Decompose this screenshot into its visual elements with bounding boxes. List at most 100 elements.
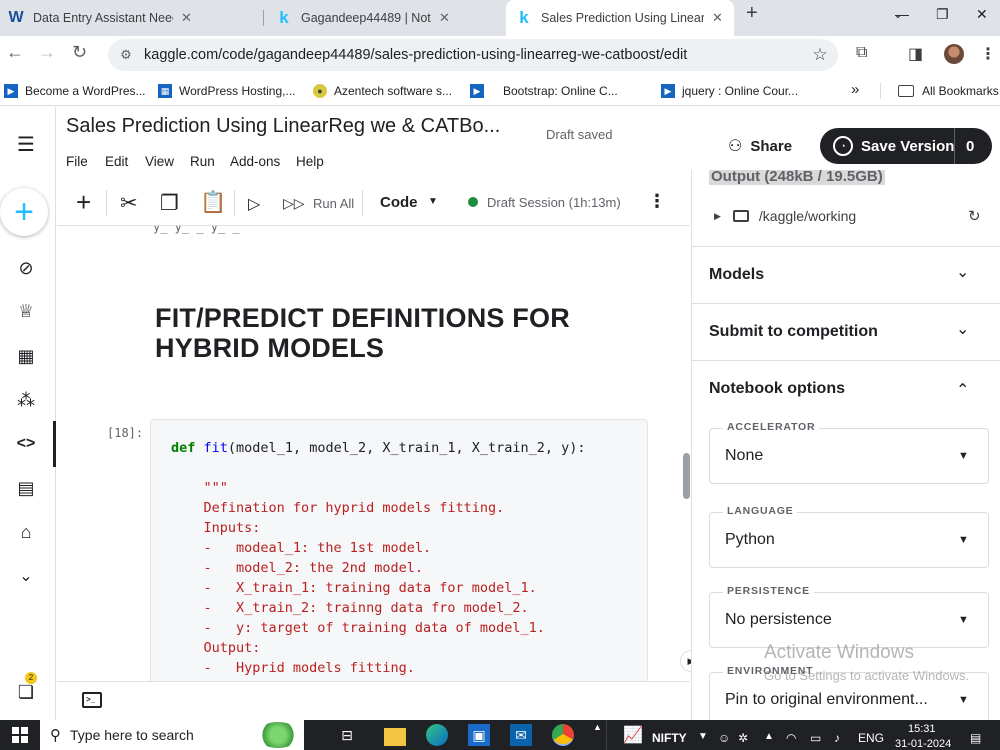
cut-scissors-icon[interactable]: ✂ bbox=[120, 191, 138, 216]
caret-down-icon: ▼ bbox=[958, 450, 969, 462]
caret-right-icon[interactable]: ▶ bbox=[714, 211, 721, 222]
add-cell-plus-icon[interactable]: + bbox=[76, 187, 91, 218]
markdown-heading[interactable]: FIT/PREDICT DEFINITIONS FOR HYBRID MODEL… bbox=[155, 303, 615, 363]
save-version-button[interactable]: ◔ Save Version 0 bbox=[820, 128, 992, 164]
all-bookmarks-button[interactable]: All Bookmarks bbox=[898, 84, 999, 98]
persistence-select[interactable]: PERSISTENCE No persistence ▼ bbox=[709, 585, 989, 648]
caret-down-icon[interactable]: ▼ bbox=[428, 196, 438, 207]
restore-window-button[interactable]: ❐ bbox=[936, 0, 949, 28]
minimize-window-button[interactable]: — bbox=[895, 0, 909, 28]
run-all-button[interactable]: Run All bbox=[313, 196, 354, 211]
menu-run[interactable]: Run bbox=[190, 154, 215, 169]
draft-session-indicator[interactable]: Draft Session (1h:13m) bbox=[487, 195, 621, 210]
task-view-icon[interactable]: ⊟ bbox=[336, 724, 358, 746]
settings-tray-icon[interactable]: ✲ bbox=[738, 731, 748, 745]
accelerator-select[interactable]: ACCELERATOR None ▼ bbox=[709, 421, 989, 484]
refresh-icon[interactable]: ↻ bbox=[968, 207, 981, 225]
new-tab-button[interactable]: + bbox=[746, 2, 758, 25]
browser-tab-upwork[interactable]: W Data Entry Assistant Needed - V ✕ bbox=[8, 0, 258, 36]
models-network-icon[interactable]: ⁂ bbox=[14, 388, 38, 412]
create-button[interactable]: + bbox=[0, 188, 48, 236]
code-brackets-icon[interactable]: <> bbox=[14, 432, 38, 456]
menu-edit[interactable]: Edit bbox=[105, 154, 128, 169]
run-cell-play-icon[interactable]: ▷ bbox=[248, 194, 260, 214]
bookmark-item[interactable]: ▶ Become a WordPres... bbox=[4, 84, 146, 98]
browser-menu-icon[interactable]: ⋮ bbox=[980, 44, 996, 64]
input-language[interactable]: ENG bbox=[858, 731, 884, 745]
notebook-title[interactable]: Sales Prediction Using LinearReg we & CA… bbox=[66, 115, 500, 138]
menu-add-ons[interactable]: Add-ons bbox=[230, 154, 280, 169]
url-text[interactable]: kaggle.com/code/gagandeep44489/sales-pre… bbox=[144, 47, 802, 63]
browser-tab-kaggle-notebooks[interactable]: k Gagandeep44489 | Notebooks | ✕ bbox=[276, 0, 504, 36]
more-options-icon[interactable]: ⋮ bbox=[648, 191, 666, 212]
close-tab-icon[interactable]: ✕ bbox=[712, 10, 723, 26]
taskbar-overflow-caret[interactable]: ▲ bbox=[593, 722, 602, 732]
run-all-fast-forward-icon[interactable]: ▷▷ bbox=[283, 195, 305, 212]
mail-icon[interactable]: ✉ bbox=[510, 724, 532, 746]
chevron-down-icon[interactable]: ⌄ bbox=[956, 262, 969, 282]
clock-time[interactable]: 15:31 bbox=[908, 723, 936, 735]
discussion-icon[interactable]: ▤ bbox=[14, 476, 38, 500]
close-tab-icon[interactable]: ✕ bbox=[181, 10, 192, 26]
version-count[interactable]: 0 bbox=[966, 138, 974, 155]
share-button[interactable]: ⚇ Share bbox=[728, 136, 792, 156]
menu-view[interactable]: View bbox=[145, 154, 174, 169]
profile-avatar[interactable] bbox=[944, 44, 964, 64]
hamburger-menu-icon[interactable]: ☰ bbox=[14, 132, 38, 156]
bookmark-item[interactable]: ▶ jquery : Online Cour... bbox=[661, 84, 798, 98]
chevron-down-icon[interactable]: ⌄ bbox=[14, 564, 38, 588]
edge-browser-icon[interactable] bbox=[426, 724, 448, 746]
reload-icon[interactable]: ↻ bbox=[72, 42, 87, 63]
clock-date[interactable]: 31-01-2024 bbox=[895, 738, 951, 750]
submit-section[interactable]: Submit to competition ⌄ bbox=[692, 303, 1000, 360]
windows-start-icon[interactable] bbox=[12, 727, 28, 743]
notifications-stack-icon[interactable]: ❏ bbox=[14, 680, 38, 704]
learn-cap-icon[interactable]: ⌂ bbox=[14, 520, 38, 544]
bookmark-star-icon[interactable]: ☆ bbox=[802, 45, 838, 65]
working-directory-item[interactable]: ▶ /kaggle/working bbox=[714, 208, 856, 224]
bookmark-item[interactable]: ▦ WordPress Hosting,... bbox=[158, 84, 295, 98]
side-panel-icon[interactable]: ◨ bbox=[908, 44, 923, 64]
chrome-icon[interactable] bbox=[552, 724, 574, 746]
nifty-ticker[interactable]: NIFTY bbox=[652, 731, 687, 745]
notebook-scrollbar[interactable] bbox=[683, 453, 690, 499]
file-explorer-icon[interactable] bbox=[384, 728, 406, 746]
output-section-header[interactable]: Output (248kB / 19.5GB) bbox=[709, 170, 885, 185]
menu-file[interactable]: File bbox=[66, 154, 88, 169]
forward-arrow-icon[interactable]: → bbox=[38, 42, 56, 63]
taskbar-search-box[interactable]: ⚲ Type here to search bbox=[40, 720, 304, 750]
table-icon[interactable]: ▦ bbox=[14, 344, 38, 368]
compass-icon[interactable]: ⊘ bbox=[14, 256, 38, 280]
extensions-puzzle-icon[interactable]: ⧉ bbox=[856, 44, 867, 62]
copy-icon[interactable]: ❐ bbox=[160, 191, 179, 216]
models-section[interactable]: Models ⌄ bbox=[692, 246, 1000, 303]
language-select[interactable]: LANGUAGE Python ▼ bbox=[709, 505, 989, 568]
close-window-button[interactable]: ✕ bbox=[976, 0, 988, 28]
tray-overflow-caret[interactable]: ▲ bbox=[764, 731, 774, 742]
site-settings-icon[interactable]: ⚙ bbox=[108, 47, 144, 63]
wifi-icon[interactable]: ◠ bbox=[786, 731, 796, 745]
notebook-body[interactable]: y_ y_ _ y_ _ FIT/PREDICT DEFINITIONS FOR… bbox=[57, 226, 690, 681]
trophy-icon[interactable]: ♕ bbox=[14, 299, 38, 323]
store-icon[interactable]: ▣ bbox=[468, 724, 490, 746]
code-cell[interactable]: def fit(model_1, model_2, X_train_1, X_t… bbox=[150, 419, 648, 681]
battery-icon[interactable]: ▭ bbox=[810, 731, 821, 745]
people-tray-icon[interactable]: ☺ bbox=[718, 731, 730, 745]
volume-icon[interactable]: ♪ bbox=[834, 731, 840, 745]
chevron-up-icon[interactable]: ⌃ bbox=[956, 380, 969, 400]
paste-clipboard-icon[interactable]: 📋 bbox=[200, 191, 226, 215]
cell-type-select[interactable]: Code bbox=[380, 194, 418, 211]
notifications-icon[interactable]: ▤ bbox=[970, 731, 981, 745]
browser-tab-sales-prediction[interactable]: k Sales Prediction Using LinearRe ✕ bbox=[506, 0, 734, 36]
chevron-down-icon[interactable]: ⌄ bbox=[956, 319, 969, 339]
code-editor[interactable]: def fit(model_1, model_2, X_train_1, X_t… bbox=[171, 438, 586, 678]
more-bookmarks-chevron[interactable]: » bbox=[851, 81, 859, 98]
close-tab-icon[interactable]: ✕ bbox=[439, 10, 450, 26]
back-arrow-icon[interactable]: ← bbox=[6, 42, 24, 63]
address-bar[interactable]: ⚙ kaggle.com/code/gagandeep44489/sales-p… bbox=[108, 39, 838, 71]
notebook-options-section[interactable]: Notebook options ⌃ bbox=[692, 360, 1000, 417]
bookmark-item[interactable]: ▶ Bootstrap: Online C... bbox=[470, 84, 618, 98]
console-terminal-icon[interactable]: >_ bbox=[82, 692, 102, 708]
menu-help[interactable]: Help bbox=[296, 154, 324, 169]
bookmark-item[interactable]: ● Azentech software s... bbox=[313, 84, 452, 98]
